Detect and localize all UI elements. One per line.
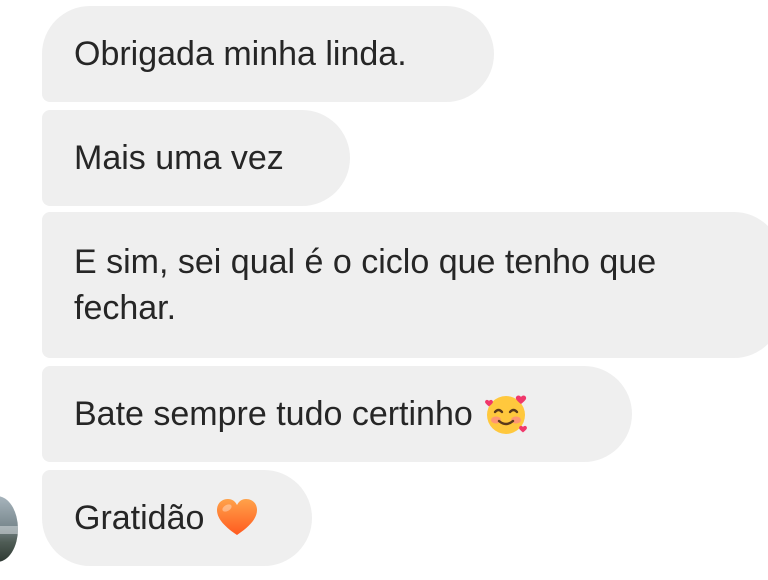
- message-text: Bate sempre tudo certinho: [74, 395, 473, 433]
- message-thread: Obrigada minha linda. Mais uma vez E sim…: [0, 0, 768, 580]
- orange-heart-icon: [214, 495, 260, 541]
- message-text: Mais uma vez: [74, 139, 284, 177]
- message-text: E sim, sei qual é o ciclo que tenho que …: [74, 243, 657, 327]
- message-bubble[interactable]: Bate sempre tudo certinho: [42, 366, 632, 462]
- message-bubble[interactable]: Gratidão: [42, 470, 312, 566]
- message-bubble[interactable]: E sim, sei qual é o ciclo que tenho que …: [42, 212, 768, 358]
- message-bubble[interactable]: Mais uma vez: [42, 110, 350, 206]
- sender-avatar[interactable]: [0, 496, 18, 562]
- smiling-face-with-hearts-icon: [483, 391, 529, 437]
- message-bubble[interactable]: Obrigada minha linda.: [42, 6, 494, 102]
- message-text: Obrigada minha linda.: [74, 35, 407, 73]
- message-text: Gratidão: [74, 499, 205, 537]
